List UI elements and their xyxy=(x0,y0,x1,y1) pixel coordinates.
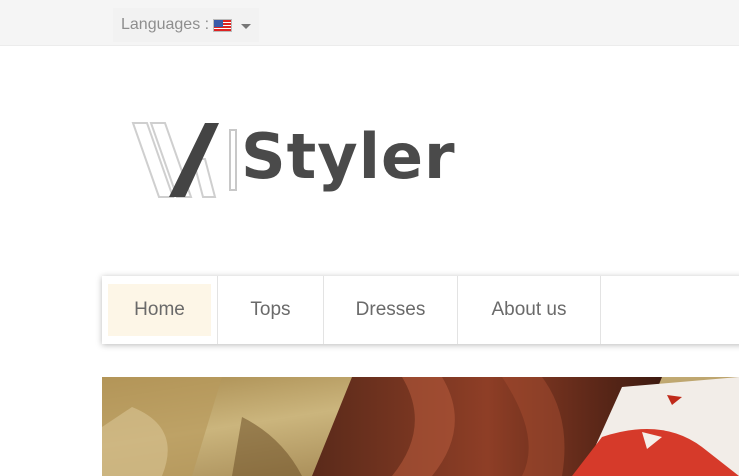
logo-divider xyxy=(229,129,237,191)
xw-logo-mark xyxy=(131,122,219,198)
nav-item-label: Tops xyxy=(250,299,291,320)
top-bar: Languages : xyxy=(0,0,739,46)
nav-item-home[interactable]: Home xyxy=(102,276,218,344)
languages-label: Languages : xyxy=(121,16,210,33)
hero-banner-image[interactable] xyxy=(102,377,739,476)
site-logo[interactable]: Styler xyxy=(131,118,456,202)
nav-item-tops[interactable]: Tops xyxy=(218,276,324,344)
nav-item-label: Dresses xyxy=(355,299,426,320)
nav-item-dresses[interactable]: Dresses xyxy=(324,276,458,344)
us-flag-icon xyxy=(213,18,233,32)
nav-item-label: Home xyxy=(134,299,185,320)
logo-text: Styler xyxy=(241,120,456,193)
nav-item-label: About us xyxy=(491,299,567,320)
nav-item-about-us[interactable]: About us xyxy=(458,276,601,344)
caret-down-icon[interactable] xyxy=(241,23,252,29)
main-navigation: Home Tops Dresses About us xyxy=(102,276,739,344)
language-selector[interactable]: Languages : xyxy=(113,8,260,42)
